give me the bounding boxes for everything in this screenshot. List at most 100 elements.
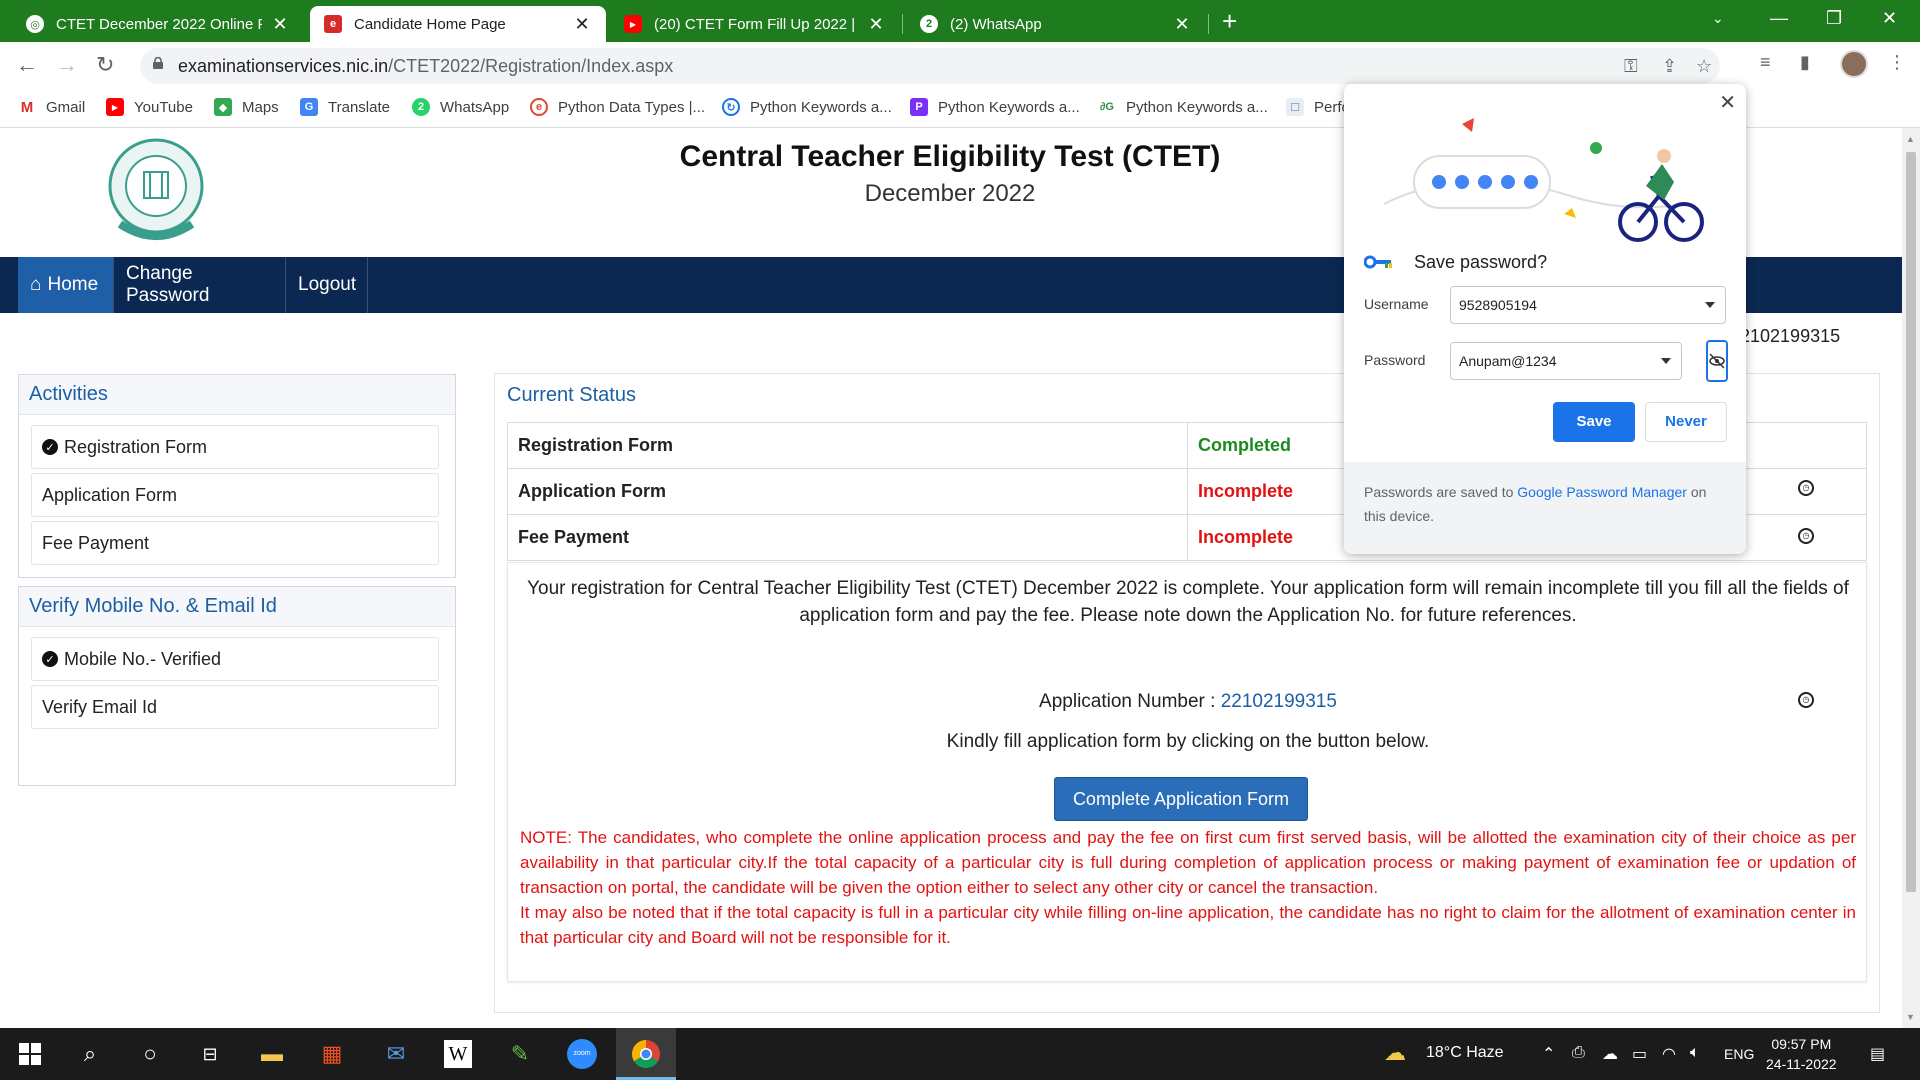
search-icon[interactable]: ⌕ — [74, 1038, 106, 1070]
whatsapp-icon: 2 — [920, 15, 938, 33]
password-field[interactable]: Anupam@1234 — [1450, 342, 1682, 380]
nav-change-password[interactable]: Change Password — [114, 257, 286, 313]
bookmark-python-data-types[interactable]: e Python Data Types |... — [530, 98, 705, 116]
file-explorer-icon[interactable]: ▬ — [256, 1038, 288, 1070]
clock[interactable]: 09:57 PM 24-11-2022 — [1766, 1034, 1837, 1074]
bookmark-perfo[interactable]: ☐ Perfo — [1286, 98, 1350, 116]
bookmark-star-icon[interactable]: ☆ — [1696, 56, 1712, 77]
tab-whatsapp[interactable]: 2 (2) WhatsApp ✕ — [906, 6, 1206, 42]
registration-message: Your registration for Central Teacher El… — [527, 578, 1849, 626]
zoom-icon[interactable]: zoom — [566, 1038, 598, 1070]
cortana-icon[interactable]: ○ — [134, 1038, 166, 1070]
chevron-down-icon — [1705, 302, 1715, 308]
close-icon[interactable]: ✕ — [270, 14, 290, 35]
meet-icon[interactable]: ⎙ — [1572, 1044, 1585, 1062]
url-text: examinationservices.nic.in/CTET2022/Regi… — [178, 56, 674, 76]
close-window-icon[interactable]: ✕ — [1882, 8, 1897, 29]
toggle-password-visibility-button[interactable] — [1706, 340, 1728, 382]
minimize-icon[interactable]: — — [1770, 8, 1788, 29]
onedrive-icon[interactable]: ☁ — [1602, 1044, 1618, 1064]
bookmark-python-keywords-1[interactable]: ↻ Python Keywords a... — [722, 98, 892, 116]
reading-list-icon[interactable]: ≡ — [1760, 52, 1771, 73]
close-icon[interactable]: ✕ — [1172, 14, 1192, 35]
tab-youtube[interactable]: ▶ (20) CTET Form Fill Up 2022 | CTE ✕ — [610, 6, 900, 42]
complete-application-button[interactable]: Complete Application Form — [1054, 777, 1308, 821]
page-scrollbar[interactable]: ▲ ▼ — [1902, 128, 1920, 1028]
mail-icon[interactable]: ✉ — [380, 1038, 412, 1070]
password-label: Password — [1364, 352, 1426, 368]
site-icon: P — [910, 98, 928, 116]
volume-icon[interactable]: 🔈︎ — [1690, 1044, 1700, 1062]
tab-candidate-home[interactable]: e Candidate Home Page ✕ — [310, 6, 606, 42]
geeksforgeeks-icon: ∂G — [1098, 98, 1116, 116]
activity-registration-form[interactable]: ✓ Registration Form — [31, 425, 439, 469]
address-bar[interactable]: examinationservices.nic.in/CTET2022/Regi… — [140, 48, 1720, 84]
notifications-icon[interactable]: ▤ — [1870, 1044, 1885, 1064]
new-tab-icon[interactable]: + — [1222, 6, 1237, 36]
status-label: Registration Form — [507, 422, 1188, 469]
bookmark-translate[interactable]: G Translate — [300, 98, 390, 116]
site-icon: e — [530, 98, 548, 116]
scroll-down-icon[interactable]: ▼ — [1906, 1012, 1915, 1022]
share-icon[interactable]: ⇪ — [1662, 56, 1677, 77]
forward-icon[interactable]: → — [56, 52, 78, 78]
never-button[interactable]: Never — [1645, 402, 1727, 442]
tab-ctet-online[interactable]: ◎ CTET December 2022 Online For ✕ — [12, 6, 304, 42]
menu-kebab-icon[interactable]: ⋮ — [1888, 52, 1906, 73]
save-button[interactable]: Save — [1553, 402, 1635, 442]
username-label: Username — [1364, 296, 1429, 312]
bookmark-youtube[interactable]: ▶ YouTube — [106, 98, 193, 116]
side-panel-icon[interactable]: ▮ — [1800, 52, 1810, 73]
windows-start-icon[interactable] — [14, 1038, 46, 1070]
nav-home[interactable]: ⌂ Home — [18, 257, 114, 313]
status-label: Fee Payment — [507, 514, 1188, 561]
battery-icon[interactable]: ▭ — [1632, 1044, 1647, 1064]
chrome-icon[interactable] — [630, 1038, 662, 1070]
tab-search-icon[interactable]: ⌄ — [1712, 10, 1724, 27]
wikipedia-icon[interactable]: W — [444, 1040, 472, 1068]
notepad-app-icon[interactable]: ✎ — [504, 1038, 536, 1070]
store-icon[interactable]: ▦ — [316, 1038, 348, 1070]
verify-mobile-item[interactable]: ✓ Mobile No.- Verified — [31, 637, 439, 681]
bookmark-gmail[interactable]: M Gmail — [18, 98, 85, 116]
scrollbar-thumb[interactable] — [1906, 152, 1916, 892]
lock-icon — [153, 57, 163, 69]
username-field[interactable]: 9528905194 — [1450, 286, 1726, 324]
bookmark-maps[interactable]: ◆ Maps — [214, 98, 279, 116]
verify-heading: Verify Mobile No. & Email Id — [19, 587, 455, 627]
activity-fee-payment[interactable]: ◷ Fee Payment — [31, 521, 1814, 565]
bookmark-python-keywords-2[interactable]: P Python Keywords a... — [910, 98, 1080, 116]
bookmark-python-keywords-3[interactable]: ∂G Python Keywords a... — [1098, 98, 1268, 116]
check-circle-icon: ✓ — [42, 651, 58, 667]
nav-logout[interactable]: Logout — [286, 257, 368, 313]
language-indicator[interactable]: ENG — [1724, 1046, 1754, 1062]
gmail-icon: M — [18, 98, 36, 116]
instruction-text: Kindly fill application form by clicking… — [946, 731, 1430, 752]
chevron-down-icon — [1661, 358, 1671, 364]
key-icon[interactable]: ⚿ — [1624, 56, 1638, 77]
password-manager-link[interactable]: Google Password Manager — [1517, 484, 1687, 500]
verify-email-item[interactable]: ◷ Verify Email Id — [31, 685, 1814, 729]
restore-icon[interactable]: ❐ — [1826, 8, 1842, 29]
close-icon[interactable]: ✕ — [572, 14, 592, 35]
bookmark-whatsapp[interactable]: 2 WhatsApp — [412, 98, 509, 116]
activity-application-form[interactable]: ◷ Application Form — [31, 473, 1814, 517]
tab-separator — [902, 14, 903, 34]
tab-separator — [1208, 14, 1209, 34]
save-password-title: Save password? — [1414, 252, 1548, 272]
weather-icon[interactable]: ☁ — [1384, 1040, 1406, 1066]
profile-avatar[interactable] — [1840, 50, 1868, 78]
close-icon[interactable]: ✕ — [1719, 90, 1736, 115]
reload-icon[interactable]: ↻ — [96, 52, 114, 78]
scroll-up-icon[interactable]: ▲ — [1906, 134, 1915, 144]
site-icon: ↻ — [722, 98, 740, 116]
weather-text[interactable]: 18°C Haze — [1426, 1044, 1504, 1062]
wifi-icon[interactable]: ◠ — [1662, 1044, 1676, 1064]
back-icon[interactable]: ← — [16, 52, 38, 78]
task-view-icon[interactable]: ⊟ — [194, 1038, 226, 1070]
note-text: NOTE: The candidates, who complete the o… — [520, 828, 1856, 947]
chevron-up-icon[interactable]: ⌃ — [1542, 1044, 1555, 1064]
eye-off-icon — [1709, 353, 1725, 369]
home-icon: ⌂ — [30, 274, 42, 295]
close-icon[interactable]: ✕ — [866, 14, 886, 35]
